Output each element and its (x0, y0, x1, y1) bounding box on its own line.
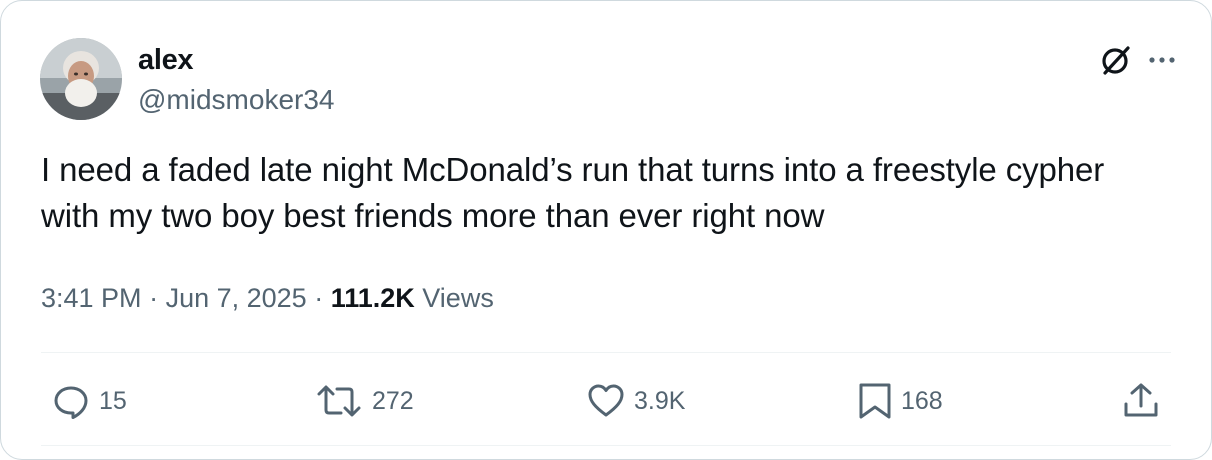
heart-icon (586, 381, 626, 421)
divider (41, 445, 1171, 446)
tweet-time[interactable]: 3:41 PM (41, 283, 142, 313)
reply-icon (51, 381, 91, 421)
share-icon (1121, 381, 1161, 421)
author-name[interactable]: alex (138, 43, 194, 77)
meta-separator: · (141, 283, 166, 313)
bookmark-icon (857, 381, 893, 421)
tweet-meta: 3:41 PM · Jun 7, 2025 · 111.2K Views (41, 281, 494, 315)
retweet-icon (314, 381, 364, 421)
like-count: 3.9K (634, 386, 686, 415)
reply-button[interactable]: 15 (51, 381, 127, 421)
divider (41, 352, 1171, 353)
more-icon[interactable] (1147, 45, 1177, 75)
tweet-card: alex @midsmoker34 I need a faded late ni… (0, 0, 1212, 460)
top-actions (1099, 43, 1177, 77)
meta-separator: · (306, 283, 331, 313)
views-label: Views (414, 283, 494, 313)
author-handle[interactable]: @midsmoker34 (138, 83, 334, 117)
share-button[interactable] (1121, 381, 1161, 421)
like-button[interactable]: 3.9K (586, 381, 685, 421)
reply-count: 15 (99, 386, 127, 415)
views-count: 111.2K (330, 283, 415, 313)
tweet-text: I need a faded late night McDonald’s run… (41, 151, 1105, 234)
bookmark-button[interactable]: 168 (857, 381, 943, 421)
grok-icon[interactable] (1099, 43, 1133, 77)
avatar[interactable] (40, 38, 122, 120)
tweet-date[interactable]: Jun 7, 2025 (166, 283, 307, 313)
bookmark-count: 168 (901, 386, 943, 415)
retweet-button[interactable]: 272 (314, 381, 414, 421)
retweet-count: 272 (372, 386, 414, 415)
